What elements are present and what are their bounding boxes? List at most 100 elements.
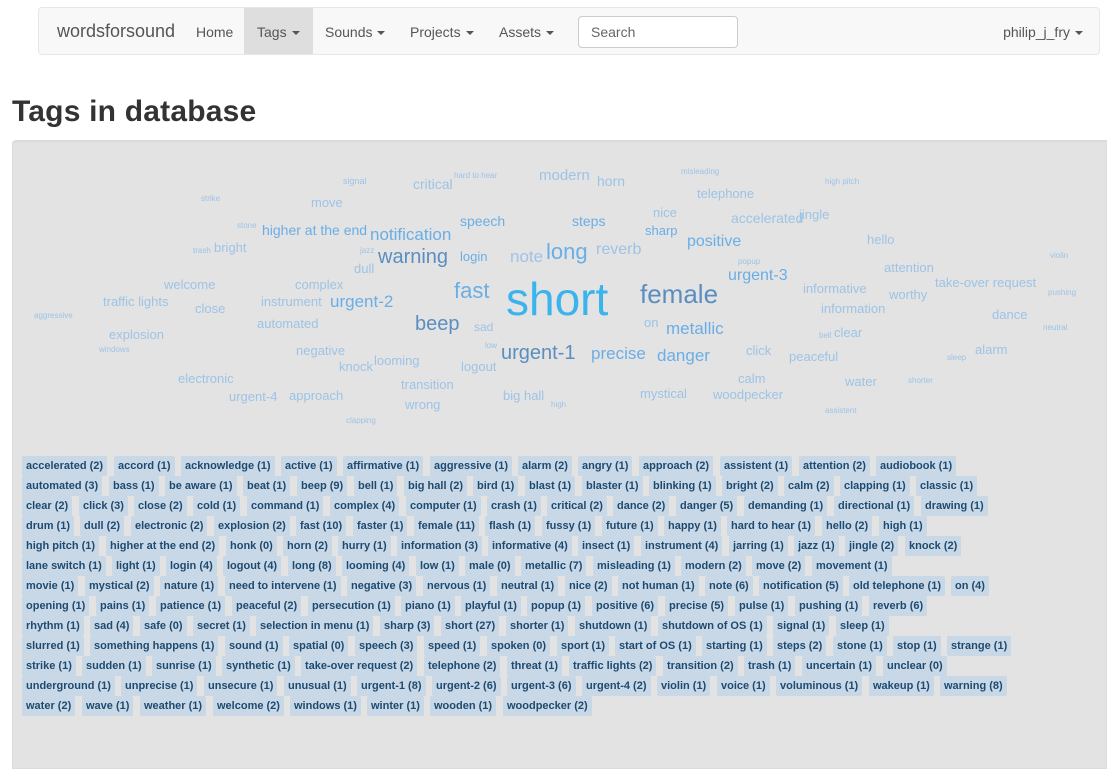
tag-label[interactable]: safe (0) xyxy=(140,616,187,636)
tag-label[interactable]: urgent-4 (2) xyxy=(582,676,651,696)
cloud-word[interactable]: long xyxy=(546,241,588,263)
cloud-word[interactable]: precise xyxy=(591,345,646,362)
nav-sounds-dropdown[interactable]: Sounds xyxy=(325,8,386,54)
tag-label[interactable]: modern (2) xyxy=(681,556,746,576)
tag-label[interactable]: audiobook (1) xyxy=(876,456,957,476)
tag-label[interactable]: looming (4) xyxy=(342,556,410,576)
tag-label[interactable]: hello (2) xyxy=(822,516,873,536)
cloud-word[interactable]: speech xyxy=(460,214,505,228)
cloud-word[interactable]: complex xyxy=(295,278,343,291)
tag-label[interactable]: critical (2) xyxy=(547,496,607,516)
tag-label[interactable]: cold (1) xyxy=(193,496,241,516)
tag-label[interactable]: piano (1) xyxy=(401,596,455,616)
tag-label[interactable]: hurry (1) xyxy=(338,536,391,556)
tag-label[interactable]: need to intervene (1) xyxy=(225,576,341,596)
tag-label[interactable]: sad (4) xyxy=(90,616,134,636)
cloud-word[interactable]: urgent-1 xyxy=(501,343,576,363)
tag-label[interactable]: shorter (1) xyxy=(506,616,569,636)
cloud-word[interactable]: note xyxy=(510,248,543,265)
tag-label[interactable]: violin (1) xyxy=(657,676,711,696)
cloud-word[interactable]: metallic xyxy=(666,320,724,337)
cloud-word[interactable]: violin xyxy=(1050,252,1068,260)
tag-label[interactable]: knock (2) xyxy=(905,536,962,556)
tag-label[interactable]: bright (2) xyxy=(722,476,778,496)
tag-label[interactable]: unprecise (1) xyxy=(121,676,198,696)
cloud-word[interactable]: looming xyxy=(374,354,420,367)
tag-label[interactable]: dance (2) xyxy=(613,496,670,516)
tag-label[interactable]: urgent-2 (6) xyxy=(432,676,501,696)
cloud-word[interactable]: signal xyxy=(343,177,367,186)
tag-label[interactable]: warning (8) xyxy=(940,676,1007,696)
cloud-word[interactable]: login xyxy=(460,250,487,263)
cloud-word[interactable]: urgent-3 xyxy=(728,268,788,284)
tag-label[interactable]: accelerated (2) xyxy=(22,456,108,476)
tag-label[interactable]: selection in menu (1) xyxy=(256,616,374,636)
cloud-word[interactable]: jingle xyxy=(799,208,829,221)
tag-label[interactable]: winter (1) xyxy=(367,696,424,716)
tag-label[interactable]: short (27) xyxy=(441,616,500,636)
tag-label[interactable]: telephone (2) xyxy=(424,656,501,676)
tag-label[interactable]: sharp (3) xyxy=(380,616,435,636)
tag-label[interactable]: speech (3) xyxy=(355,636,418,656)
cloud-word[interactable]: sad xyxy=(474,321,493,333)
tag-label[interactable]: complex (4) xyxy=(330,496,400,516)
nav-tags-dropdown[interactable]: Tags xyxy=(244,8,313,54)
cloud-word[interactable]: critical xyxy=(413,177,453,191)
cloud-word[interactable]: windows xyxy=(99,346,130,354)
tag-label[interactable]: patience (1) xyxy=(156,596,226,616)
cloud-word[interactable]: clear xyxy=(834,326,862,339)
tag-label[interactable]: fast (10) xyxy=(296,516,347,536)
cloud-word[interactable]: click xyxy=(746,344,771,357)
tag-label[interactable]: honk (0) xyxy=(226,536,277,556)
cloud-word[interactable]: approach xyxy=(289,389,343,402)
tag-label[interactable]: explosion (2) xyxy=(214,516,290,536)
cloud-word[interactable]: fast xyxy=(454,280,489,302)
tag-label[interactable]: old telephone (1) xyxy=(849,576,945,596)
cloud-word[interactable]: urgent-2 xyxy=(330,293,393,310)
tag-label[interactable]: attention (2) xyxy=(799,456,870,476)
cloud-word[interactable]: high pitch xyxy=(825,178,859,186)
tag-label[interactable]: rhythm (1) xyxy=(22,616,84,636)
tag-label[interactable]: information (3) xyxy=(397,536,482,556)
tag-label[interactable]: future (1) xyxy=(602,516,658,536)
tag-label[interactable]: urgent-1 (8) xyxy=(357,676,426,696)
tag-label[interactable]: pushing (1) xyxy=(795,596,863,616)
cloud-word[interactable]: higher at the end xyxy=(262,223,367,237)
cloud-word[interactable]: big hall xyxy=(503,389,544,402)
tag-label[interactable]: synthetic (1) xyxy=(222,656,295,676)
tag-label[interactable]: blaster (1) xyxy=(582,476,643,496)
tag-label[interactable]: threat (1) xyxy=(507,656,563,676)
tag-label[interactable]: strange (1) xyxy=(947,636,1012,656)
cloud-word[interactable]: shorter xyxy=(908,377,933,385)
cloud-word[interactable]: knock xyxy=(339,360,373,373)
tag-label[interactable]: bird (1) xyxy=(473,476,519,496)
tag-label[interactable]: computer (1) xyxy=(406,496,481,516)
cloud-word[interactable]: trash xyxy=(193,247,211,255)
tag-label[interactable]: unclear (0) xyxy=(883,656,947,676)
cloud-word[interactable]: reverb xyxy=(596,242,641,258)
tag-label[interactable]: stop (1) xyxy=(893,636,941,656)
cloud-word[interactable]: alarm xyxy=(975,343,1008,356)
cloud-word[interactable]: worthy xyxy=(889,288,927,301)
tag-label[interactable]: opening (1) xyxy=(22,596,90,616)
cloud-word[interactable]: nice xyxy=(653,206,677,219)
nav-projects-dropdown[interactable]: Projects xyxy=(410,8,474,54)
cloud-word[interactable]: strike xyxy=(201,195,220,203)
tag-label[interactable]: blast (1) xyxy=(525,476,576,496)
tag-label[interactable]: wakeup (1) xyxy=(869,676,934,696)
tag-label[interactable]: clapping (1) xyxy=(840,476,910,496)
tag-label[interactable]: nervous (1) xyxy=(423,576,491,596)
tag-label[interactable]: peaceful (2) xyxy=(232,596,302,616)
tag-label[interactable]: positive (6) xyxy=(592,596,659,616)
tag-label[interactable]: click (3) xyxy=(79,496,128,516)
cloud-word[interactable]: welcome xyxy=(164,278,215,291)
cloud-word[interactable]: urgent-4 xyxy=(229,390,277,403)
tag-label[interactable]: classic (1) xyxy=(916,476,978,496)
tag-label[interactable]: beat (1) xyxy=(243,476,291,496)
tag-label[interactable]: not human (1) xyxy=(618,576,699,596)
cloud-word[interactable]: low xyxy=(485,342,497,350)
tag-label[interactable]: hard to hear (1) xyxy=(727,516,816,536)
cloud-word[interactable]: clapping xyxy=(346,417,376,425)
tag-label[interactable]: affirmative (1) xyxy=(343,456,424,476)
cloud-word[interactable]: information xyxy=(821,302,885,315)
